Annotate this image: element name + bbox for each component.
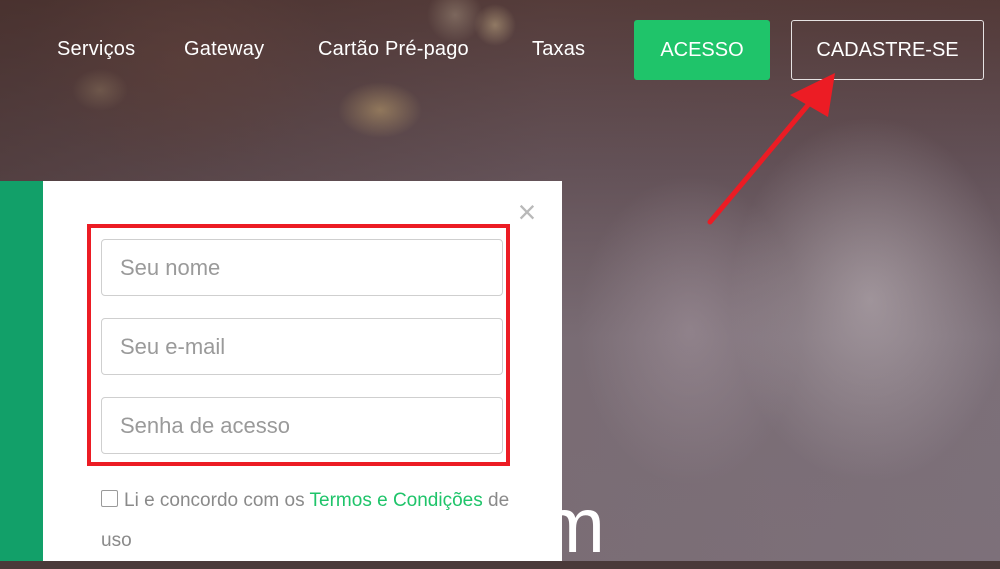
- cadastre-se-button[interactable]: CADASTRE-SE: [791, 20, 984, 80]
- close-icon[interactable]: ×: [512, 196, 542, 228]
- name-input[interactable]: [101, 239, 503, 296]
- nav-link-taxas[interactable]: Taxas: [532, 38, 585, 61]
- green-side-panel: [0, 181, 43, 561]
- terms-prefix-text: Li e concordo com os: [124, 490, 310, 511]
- nav-link-servicos[interactable]: Serviços: [57, 38, 135, 61]
- terms-agreement: Li e concordo com os Termos e Condições …: [101, 481, 521, 561]
- terms-link[interactable]: Termos e Condições: [310, 490, 483, 511]
- acesso-button[interactable]: ACESSO: [634, 20, 770, 80]
- nav-link-cartao-pre-pago[interactable]: Cartão Pré-pago: [318, 38, 469, 61]
- password-input[interactable]: [101, 397, 503, 454]
- terms-checkbox[interactable]: [101, 490, 118, 507]
- top-navigation: Serviços Gateway Cartão Pré-pago Taxas A…: [0, 0, 1000, 100]
- signup-modal: × Li e concordo com os Termos e Condiçõe…: [43, 181, 562, 561]
- nav-link-gateway[interactable]: Gateway: [184, 38, 264, 61]
- email-input[interactable]: [101, 318, 503, 375]
